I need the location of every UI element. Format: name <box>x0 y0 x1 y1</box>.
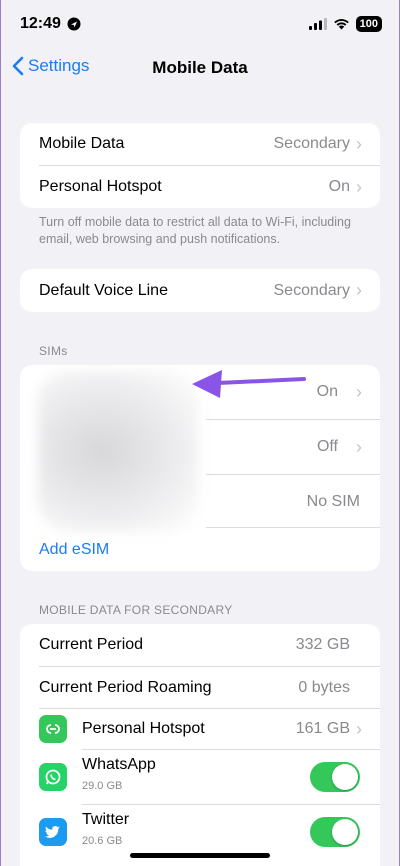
chevron-right-icon: › <box>356 133 362 154</box>
chevron-right-icon: › <box>356 280 362 300</box>
sim-row-2[interactable]: Off › <box>20 420 380 474</box>
sim-row-3[interactable]: No SIM <box>20 475 380 529</box>
hotspot-icon <box>39 715 67 743</box>
personal-hotspot-row[interactable]: Personal Hotspot On › <box>20 166 380 208</box>
default-voice-line-row[interactable]: Default Voice Line Secondary › <box>20 269 380 312</box>
location-icon <box>67 17 81 31</box>
mobile-data-row[interactable]: Mobile Data Secondary › <box>20 123 380 165</box>
twitter-toggle[interactable] <box>310 817 360 847</box>
status-bar: 12:49 100 <box>0 0 400 48</box>
status-time: 12:49 <box>20 15 81 33</box>
mobile-data-footnote: Turn off mobile data to restrict all dat… <box>39 215 351 246</box>
whatsapp-icon <box>39 763 67 791</box>
home-indicator[interactable] <box>130 853 270 858</box>
wifi-icon <box>333 19 349 30</box>
battery-icon: 100 <box>355 16 382 32</box>
cellular-signal-icon <box>308 18 327 30</box>
chevron-right-icon: › <box>356 718 362 739</box>
whatsapp-toggle[interactable] <box>310 762 360 792</box>
add-esim-button[interactable]: Add eSIM <box>39 541 109 559</box>
chevron-right-icon: › <box>356 381 362 402</box>
status-indicators: 100 <box>308 16 382 32</box>
twitter-icon <box>39 818 67 846</box>
page-title: Mobile Data <box>152 58 248 77</box>
app-row-personal-hotspot[interactable]: Personal Hotspot 161 GB › <box>20 709 380 749</box>
sims-section-header: SIMs <box>39 344 68 358</box>
toggle-knob <box>332 764 358 790</box>
navigation-bar: Settings Mobile Data <box>0 52 400 86</box>
current-period-roaming-row: Current Period Roaming 0 bytes <box>39 678 350 696</box>
mobile-data-group: Mobile Data Secondary › Personal Hotspot… <box>20 123 380 208</box>
current-period-row: Current Period 332 GB <box>39 636 350 653</box>
usage-section-header: MOBILE DATA FOR SECONDARY <box>39 603 233 617</box>
app-row-twitter: Twitter 20.6 GB <box>20 805 380 859</box>
app-row-whatsapp: WhatsApp 29.0 GB <box>20 750 380 804</box>
divider <box>206 527 380 528</box>
chevron-right-icon: › <box>356 176 362 197</box>
annotation-arrow-icon <box>192 370 306 398</box>
chevron-right-icon: › <box>356 436 362 457</box>
toggle-knob <box>332 819 358 845</box>
voice-line-group: Default Voice Line Secondary › <box>20 269 380 312</box>
usage-group: Current Period 332 GB Current Period Roa… <box>20 624 380 866</box>
